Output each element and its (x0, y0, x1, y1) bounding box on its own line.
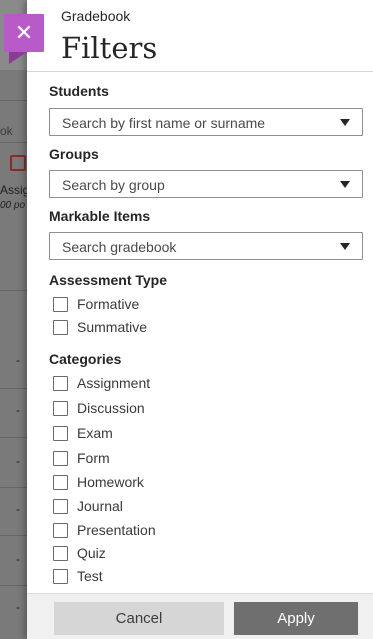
checkbox-label: Summative (77, 319, 148, 335)
background-divider (0, 142, 30, 143)
breadcrumb: Gradebook (61, 8, 131, 24)
chevron-down-icon (340, 243, 350, 250)
markable-items-placeholder: Search gradebook (62, 239, 177, 255)
background-cell: - (16, 600, 20, 614)
assessment-type-label: Assessment Type (49, 272, 168, 288)
checkbox-label: Quiz (77, 545, 106, 561)
checkbox-label: Formative (77, 296, 140, 312)
students-label: Students (49, 83, 109, 99)
students-search-select[interactable]: Search by first name or surname (49, 108, 363, 136)
groups-label: Groups (49, 146, 99, 162)
background-points-fragment: 00 po (0, 200, 26, 211)
apply-button[interactable]: Apply (234, 602, 358, 635)
panel-footer: Cancel Apply (27, 593, 373, 639)
checkbox-label: Exam (77, 425, 113, 441)
page-title: Filters (61, 31, 158, 65)
background-cell: - (16, 552, 20, 566)
background-cell: - (16, 353, 20, 367)
assignment-icon (10, 155, 26, 171)
checkbox[interactable] (53, 546, 68, 561)
chevron-down-icon (340, 119, 350, 126)
students-placeholder: Search by first name or surname (62, 115, 266, 131)
markable-items-search-select[interactable]: Search gradebook (49, 232, 363, 260)
panel-header: Gradebook Filters (27, 0, 373, 72)
checkbox-label: Homework (77, 474, 144, 490)
close-icon: ✕ (14, 20, 34, 45)
checkbox[interactable] (53, 475, 68, 490)
checkbox-label: Test (77, 568, 103, 584)
background-cell: - (16, 454, 20, 468)
background-gradebook: ok Assig 00 po - - - - - - (0, 0, 30, 639)
background-cell: - (16, 502, 20, 516)
checkbox[interactable] (53, 499, 68, 514)
checkbox-label: Journal (77, 498, 123, 514)
checkbox[interactable] (53, 451, 68, 466)
cancel-button[interactable]: Cancel (54, 602, 224, 635)
background-column-fragment: Assig (0, 183, 30, 197)
checkbox[interactable] (53, 297, 68, 312)
checkbox[interactable] (53, 523, 68, 538)
background-divider (0, 437, 30, 438)
background-divider (0, 487, 30, 488)
checkbox[interactable] (53, 401, 68, 416)
close-button-fold (9, 52, 27, 64)
checkbox[interactable] (53, 376, 68, 391)
background-divider (0, 290, 30, 291)
filters-panel: Gradebook Filters Students Search by fir… (27, 0, 373, 639)
categories-label: Categories (49, 351, 122, 367)
markable-items-label: Markable Items (49, 208, 151, 224)
checkbox[interactable] (53, 426, 68, 441)
background-cell: - (16, 403, 20, 417)
background-divider (0, 100, 30, 101)
background-divider (0, 535, 30, 536)
checkbox[interactable] (53, 320, 68, 335)
groups-placeholder: Search by group (62, 177, 165, 193)
background-divider (0, 388, 30, 389)
checkbox-label: Discussion (77, 400, 145, 416)
checkbox-label: Presentation (77, 522, 156, 538)
checkbox[interactable] (53, 569, 68, 584)
filters-form: Students Search by first name or surname… (27, 72, 373, 593)
checkbox-label: Assignment (77, 375, 151, 391)
chevron-down-icon (340, 181, 350, 188)
close-panel-button[interactable]: ✕ (4, 14, 44, 52)
background-tab-fragment: ok (0, 124, 13, 138)
checkbox-label: Form (77, 450, 110, 466)
groups-search-select[interactable]: Search by group (49, 170, 363, 198)
background-divider (0, 585, 30, 586)
